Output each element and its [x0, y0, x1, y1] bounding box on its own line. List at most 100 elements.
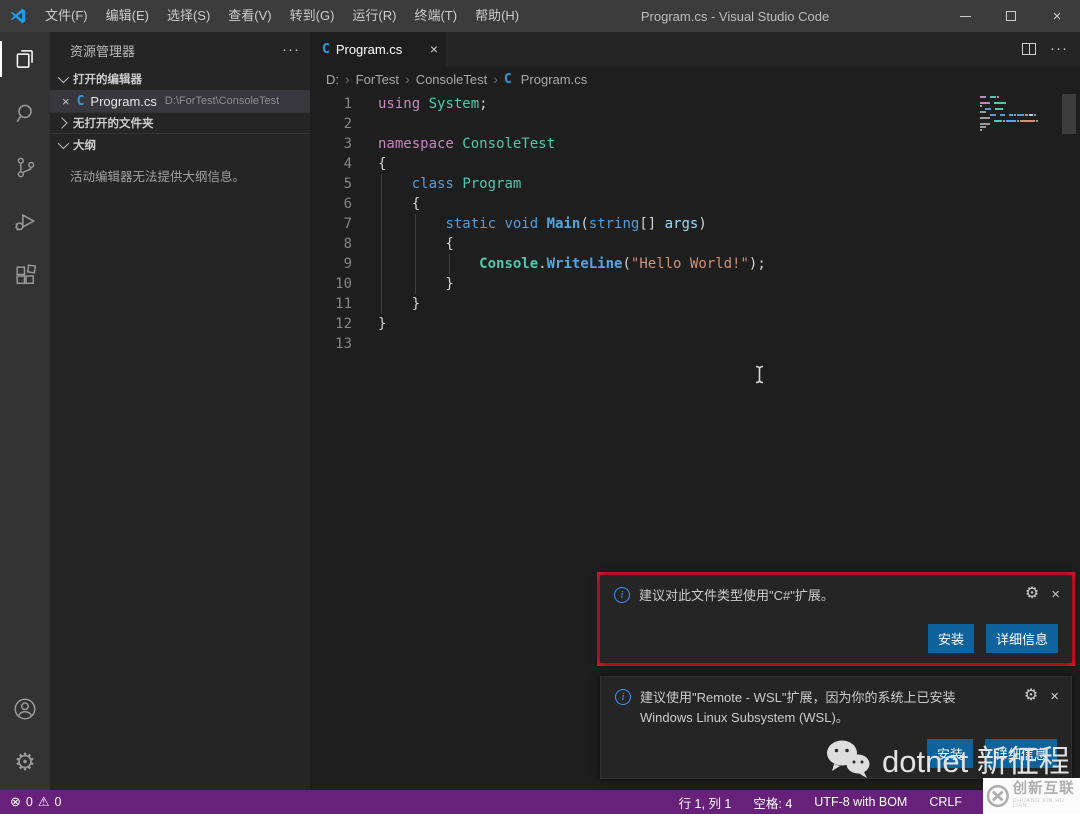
editor-more-actions-icon[interactable]: ···	[1050, 41, 1068, 56]
menu-file[interactable]: 文件(F)	[36, 0, 97, 32]
install-button[interactable]: 安装	[926, 739, 973, 768]
breadcrumb: D: › ForTest › ConsoleTest › C Program.c…	[310, 66, 1080, 92]
menu-edit[interactable]: 编辑(E)	[97, 0, 158, 32]
text-cursor-pointer	[753, 365, 766, 389]
code-text: }	[378, 296, 421, 312]
code-text: using System;	[378, 96, 488, 112]
breadcrumb-file[interactable]: Program.cs	[521, 72, 587, 87]
notification-close-icon[interactable]: ×	[1050, 689, 1059, 704]
line-number: 7	[343, 216, 352, 232]
section-no-folder[interactable]: 无打开的文件夹	[50, 112, 310, 134]
status-line-col[interactable]: 行 1, 列 1	[679, 793, 732, 812]
section-outline[interactable]: 大纲	[50, 134, 310, 156]
sidebar-title: 资源管理器	[70, 43, 136, 59]
notification-gear-icon[interactable]: ⚙	[1025, 586, 1039, 602]
window-title: Program.cs - Visual Studio Code	[640, 8, 830, 24]
csharp-file-icon: C	[503, 71, 512, 87]
menu-go[interactable]: 转到(G)	[281, 0, 344, 32]
close-editor-icon[interactable]: ×	[62, 94, 70, 109]
code-line[interactable]: 4{	[310, 154, 1080, 174]
status-eol[interactable]: CRLF	[929, 795, 962, 809]
status-encoding[interactable]: UTF-8 with BOM	[814, 795, 907, 809]
line-number: 6	[343, 196, 352, 212]
tab-program-cs[interactable]: C Program.cs ×	[310, 32, 446, 66]
code-line[interactable]: 13	[310, 334, 1080, 354]
line-number: 12	[335, 316, 352, 332]
code-line[interactable]: 1 using System;	[310, 94, 1080, 114]
indent-guide	[415, 214, 416, 294]
section-open-editors[interactable]: 打开的编辑器	[50, 68, 310, 90]
explorer-icon[interactable]	[0, 32, 50, 86]
code-line[interactable]: 2	[310, 114, 1080, 134]
menu-selection[interactable]: 选择(S)	[158, 0, 219, 32]
code-line[interactable]: 7 static void Main(string[] args)	[310, 214, 1080, 234]
split-editor-icon[interactable]	[1022, 43, 1036, 55]
close-button[interactable]: ×	[1034, 0, 1080, 32]
open-editor-item[interactable]: × C Program.cs D:\ForTest\ConsoleTest	[50, 90, 310, 112]
problems-indicator[interactable]: ⊗ 0 ⚠ 0	[10, 794, 61, 810]
corner-logo-text: 创新互联	[1012, 781, 1075, 798]
notification-wsl-extension: i 建议使用"Remote - WSL"扩展，因为你的系统上已安装 Window…	[600, 676, 1072, 779]
menu-help[interactable]: 帮助(H)	[466, 0, 528, 32]
code-line[interactable]: 9 Console.WriteLine("Hello World!");	[310, 254, 1080, 274]
code-line[interactable]: 10 }	[310, 274, 1080, 294]
settings-gear-icon[interactable]: ⚙	[0, 736, 50, 790]
info-icon: i	[614, 587, 630, 603]
vscode-logo-icon	[0, 7, 36, 25]
run-debug-icon[interactable]	[0, 194, 50, 248]
line-number: 13	[335, 336, 352, 352]
code-line[interactable]: 6 {	[310, 194, 1080, 214]
line-number: 4	[343, 156, 352, 172]
menu-terminal[interactable]: 终端(T)	[405, 0, 466, 32]
code-line[interactable]: 11 }	[310, 294, 1080, 314]
code-text: }	[445, 276, 454, 292]
account-icon[interactable]	[0, 682, 50, 736]
minimize-button[interactable]	[942, 0, 988, 32]
sidebar-more-actions-icon[interactable]: ···	[282, 42, 300, 57]
indent-guide	[449, 254, 450, 274]
breadcrumb-drive[interactable]: D:	[326, 72, 339, 87]
details-button[interactable]: 详细信息	[984, 739, 1057, 768]
extensions-icon[interactable]	[0, 248, 50, 302]
source-control-icon[interactable]	[0, 140, 50, 194]
open-editor-path: D:\ForTest\ConsoleTest	[164, 95, 280, 107]
search-icon[interactable]	[0, 86, 50, 140]
csharp-file-icon: C	[322, 41, 330, 57]
corner-logo: 创新互联 CHUANG XIN HU LIAN	[983, 778, 1080, 814]
status-indentation[interactable]: 空格: 4	[753, 793, 792, 812]
minimap[interactable]	[980, 96, 1040, 135]
code-text: static void Main(string[] args)	[445, 216, 707, 232]
install-button[interactable]: 安装	[927, 624, 974, 653]
tab-close-icon[interactable]: ×	[430, 41, 438, 57]
line-number: 3	[343, 136, 352, 152]
breadcrumb-folder[interactable]: ForTest	[356, 72, 399, 87]
code-line[interactable]: 12}	[310, 314, 1080, 334]
notification-close-icon[interactable]: ×	[1051, 587, 1060, 602]
code-line[interactable]: 8 {	[310, 234, 1080, 254]
csharp-file-icon: C	[76, 93, 85, 109]
menu-run[interactable]: 运行(R)	[343, 0, 405, 32]
menu-view[interactable]: 查看(V)	[219, 0, 280, 32]
maximize-button[interactable]	[988, 0, 1034, 32]
code-line[interactable]: 3 namespace ConsoleTest	[310, 134, 1080, 154]
notification-gear-icon[interactable]: ⚙	[1024, 688, 1038, 704]
maximize-icon	[1006, 11, 1016, 21]
chevron-right-icon	[56, 117, 68, 129]
notification-message: 建议使用"Remote - WSL"扩展，因为你的系统上已安装 Windows …	[640, 690, 956, 725]
line-number: 2	[343, 116, 352, 132]
code-editor[interactable]: 1 using System; 2 3 namespace ConsoleTest 4{5…	[310, 92, 1080, 354]
corner-logo-subtext: CHUANG XIN HU LIAN	[1012, 797, 1065, 810]
code-text: {	[378, 196, 421, 212]
code-line[interactable]: 5 class Program	[310, 174, 1080, 194]
breadcrumb-folder[interactable]: ConsoleTest	[416, 72, 488, 87]
warnings-icon: ⚠	[37, 794, 50, 809]
close-icon: ×	[1052, 7, 1062, 25]
editor-scrollbar[interactable]	[1062, 94, 1076, 134]
vscode-window: 文件(F) 编辑(E) 选择(S) 查看(V) 转到(G) 运行(R) 终端(T…	[0, 0, 1080, 814]
errors-count: 0	[25, 795, 33, 809]
line-number: 10	[335, 276, 352, 292]
details-button[interactable]: 详细信息	[985, 624, 1058, 653]
indent-guide	[381, 174, 382, 314]
